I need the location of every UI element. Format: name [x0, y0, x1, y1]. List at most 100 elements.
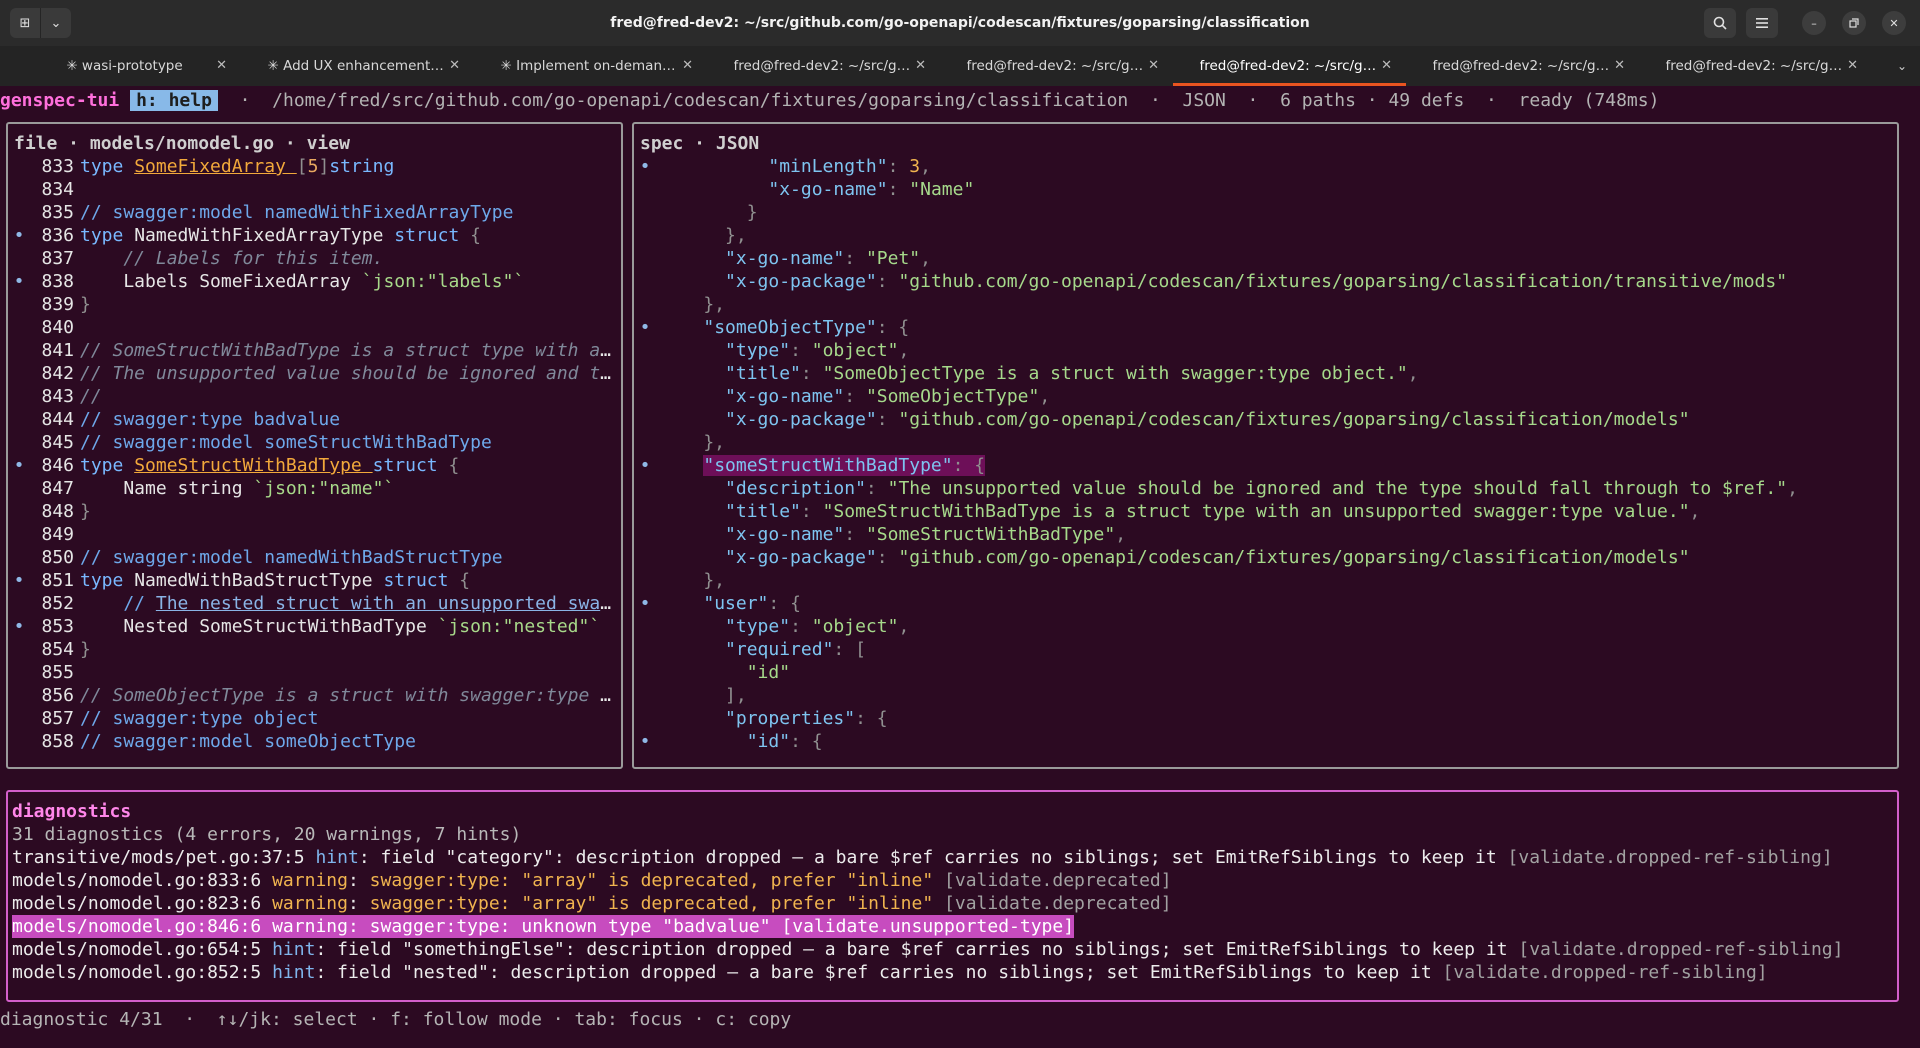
- source-line[interactable]: 840: [8, 316, 621, 339]
- tab-4[interactable]: fred@fred-dev2: ~/src/github.com✕: [707, 46, 940, 86]
- json-line[interactable]: "type": "object",: [634, 615, 1897, 638]
- close-icon[interactable]: ✕: [1882, 11, 1906, 35]
- spec-json-pane[interactable]: spec · JSON • "minLength": 3, "x-go-name…: [632, 122, 1899, 769]
- json-code: "minLength": 3,: [660, 155, 1893, 178]
- source-line[interactable]: 849: [8, 523, 621, 546]
- tab-8[interactable]: fred@fred-dev2: ~/src/github.com✕: [1639, 46, 1872, 86]
- source-line[interactable]: 848}: [8, 500, 621, 523]
- chevron-down-icon[interactable]: ⌄: [41, 8, 71, 38]
- source-line[interactable]: 855: [8, 661, 621, 684]
- json-line[interactable]: ],: [634, 684, 1897, 707]
- diagnostic-code: [validate.dropped-ref-sibling]: [1507, 847, 1833, 868]
- source-line[interactable]: 844 // swagger:type badvalue: [8, 408, 621, 431]
- search-icon[interactable]: [1704, 8, 1736, 38]
- source-line[interactable]: 837 // Labels for this item.: [8, 247, 621, 270]
- json-line[interactable]: "x-go-name": "Pet",: [634, 247, 1897, 270]
- source-line[interactable]: 847 Name string `json:"name"`: [8, 477, 621, 500]
- json-line[interactable]: • "someObjectType": {: [634, 316, 1897, 339]
- json-line[interactable]: "x-go-name": "SomeStructWithBadType",: [634, 523, 1897, 546]
- tab-2[interactable]: ✳ Add UX enhancements to genspec-tui✕: [241, 46, 474, 86]
- close-icon[interactable]: ✕: [449, 58, 460, 73]
- code-token: `json:"name"`: [253, 478, 395, 499]
- source-line[interactable]: 833 type SomeFixedArray [5]string: [8, 155, 621, 178]
- json-line[interactable]: "x-go-name": "Name": [634, 178, 1897, 201]
- json-line[interactable]: }: [634, 201, 1897, 224]
- json-line[interactable]: "id": [634, 661, 1897, 684]
- line-number: 837: [41, 248, 74, 269]
- json-token: ,: [1689, 501, 1701, 522]
- json-line[interactable]: "type": "object",: [634, 339, 1897, 362]
- json-line[interactable]: },: [634, 224, 1897, 247]
- json-line[interactable]: "description": "The unsupported value sh…: [634, 477, 1897, 500]
- json-line[interactable]: • "id": {: [634, 730, 1897, 753]
- json-line[interactable]: },: [634, 569, 1897, 592]
- source-line[interactable]: 854}: [8, 638, 621, 661]
- title-bar-left: ⊞ ⌄: [10, 8, 71, 38]
- diagnostic-message: field "somethingElse": description dropp…: [337, 939, 1508, 960]
- source-line[interactable]: 839}: [8, 293, 621, 316]
- source-line[interactable]: 858 // swagger:model someObjectType: [8, 730, 621, 753]
- source-line[interactable]: • 853 Nested SomeStructWithBadType `json:…: [8, 615, 621, 638]
- json-line[interactable]: "x-go-package": "github.com/go-openapi/c…: [634, 408, 1897, 431]
- diagnostic-row[interactable]: models/nomodel.go:852:5 hint: field "nes…: [12, 961, 1768, 984]
- source-line[interactable]: 834: [8, 178, 621, 201]
- json-line[interactable]: • "user": {: [634, 592, 1897, 615]
- tab-5[interactable]: fred@fred-dev2: ~/src/github.com✕: [940, 46, 1173, 86]
- json-line[interactable]: "x-go-name": "SomeObjectType",: [634, 385, 1897, 408]
- source-line[interactable]: 841 // SomeStructWithBadType is a struct …: [8, 339, 621, 362]
- line-number: 836: [41, 225, 74, 246]
- source-line[interactable]: • 838 Labels SomeFixedArray `json:"labels…: [8, 270, 621, 293]
- source-line[interactable]: 857 // swagger:type object: [8, 707, 621, 730]
- json-line[interactable]: "properties": {: [634, 707, 1897, 730]
- close-icon[interactable]: ✕: [1148, 58, 1159, 73]
- source-file-pane[interactable]: file · models/nomodel.go · view 833 type …: [6, 122, 623, 769]
- hamburger-menu-icon[interactable]: [1746, 8, 1778, 38]
- json-line[interactable]: • "minLength": 3,: [634, 155, 1897, 178]
- definition-marker: •: [13, 570, 25, 591]
- tab-7[interactable]: fred@fred-dev2: ~/src/github.com✕: [1406, 46, 1639, 86]
- close-icon[interactable]: ✕: [216, 58, 227, 73]
- tab-3[interactable]: ✳ Implement on-demand loading✕: [474, 46, 707, 86]
- diagnostic-location: models/nomodel.go:654:5: [12, 939, 262, 960]
- json-line[interactable]: "x-go-package": "github.com/go-openapi/c…: [634, 270, 1897, 293]
- source-line[interactable]: • 851 type NamedWithBadStructType struct {: [8, 569, 621, 592]
- diagnostics-pane[interactable]: diagnostics 31 diagnostics (4 errors, 20…: [6, 790, 1899, 1002]
- close-icon[interactable]: ✕: [1614, 58, 1625, 73]
- diagnostic-row[interactable]: transitive/mods/pet.go:37:5 hint: field …: [12, 846, 1833, 869]
- json-line[interactable]: "title": "SomeStructWithBadType is a str…: [634, 500, 1897, 523]
- json-line[interactable]: "title": "SomeObjectType is a struct wit…: [634, 362, 1897, 385]
- json-line[interactable]: },: [634, 293, 1897, 316]
- new-tab-icon[interactable]: ⊞: [10, 8, 40, 38]
- json-line[interactable]: • "someStructWithBadType": {: [634, 454, 1897, 477]
- close-icon[interactable]: ✕: [682, 58, 693, 73]
- source-line[interactable]: 856 // SomeObjectType is a struct with sw…: [8, 684, 621, 707]
- json-code: "x-go-name": "Pet",: [660, 247, 1893, 270]
- help-key-hint[interactable]: h: help: [130, 90, 218, 111]
- tab-6[interactable]: fred@fred-dev2: ~/src/github.com✕: [1173, 46, 1406, 86]
- diagnostic-row[interactable]: models/nomodel.go:846:6 warning: swagger…: [12, 915, 1075, 938]
- close-icon[interactable]: ✕: [1847, 58, 1858, 73]
- close-icon[interactable]: ✕: [1381, 58, 1392, 73]
- terminal-area[interactable]: genspec-tui h: help · /home/fred/src/git…: [0, 86, 1920, 1048]
- source-line[interactable]: • 836 type NamedWithFixedArrayType struct …: [8, 224, 621, 247]
- close-icon[interactable]: ✕: [915, 58, 926, 73]
- source-line[interactable]: 850 // swagger:model namedWithBadStructTy…: [8, 546, 621, 569]
- source-line[interactable]: 845 // swagger:model someStructWithBadTyp…: [8, 431, 621, 454]
- source-line[interactable]: 835 // swagger:model namedWithFixedArrayT…: [8, 201, 621, 224]
- code-token: NamedWithBadStructType: [134, 570, 384, 591]
- json-line[interactable]: },: [634, 431, 1897, 454]
- tab-overflow-chevron-icon[interactable]: ⌄: [1884, 46, 1920, 86]
- source-line[interactable]: 852 // The nested struct with an unsuppo…: [8, 592, 621, 615]
- diagnostic-row[interactable]: models/nomodel.go:833:6 warning: swagger…: [12, 869, 1172, 892]
- diagnostic-row[interactable]: models/nomodel.go:654:5 hint: field "som…: [12, 938, 1843, 961]
- tab-1[interactable]: ✳ wasi-prototype ✕: [8, 46, 241, 86]
- diagnostic-row[interactable]: models/nomodel.go:823:6 warning: swagger…: [12, 892, 1172, 915]
- json-line[interactable]: "required": [: [634, 638, 1897, 661]
- code-token: // The unsupported value should be ignor…: [80, 363, 617, 384]
- source-line[interactable]: 843 //: [8, 385, 621, 408]
- maximize-icon[interactable]: [1842, 11, 1866, 35]
- source-line[interactable]: 842 // The unsupported value should be ig…: [8, 362, 621, 385]
- json-line[interactable]: "x-go-package": "github.com/go-openapi/c…: [634, 546, 1897, 569]
- minimize-icon[interactable]: –: [1802, 11, 1826, 35]
- source-line[interactable]: • 846 type SomeStructWithBadType struct {: [8, 454, 621, 477]
